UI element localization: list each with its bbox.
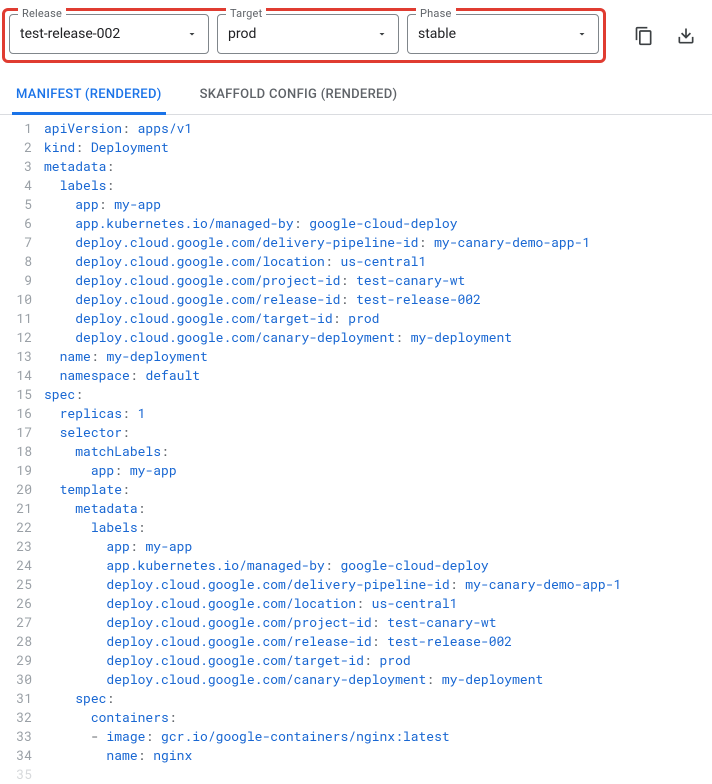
- target-select-label: Target: [226, 7, 266, 20]
- phase-select[interactable]: Phase stable: [407, 14, 599, 54]
- line-number: 25: [0, 575, 32, 594]
- code-line: - image: gcr.io/google-containers/nginx:…: [44, 727, 712, 746]
- release-select-value: test-release-002: [20, 26, 186, 42]
- line-number: 19: [0, 461, 32, 480]
- code-line: deploy.cloud.google.com/location: us-cen…: [44, 252, 712, 271]
- code-line: namespace: default: [44, 366, 712, 385]
- line-number: 4: [0, 176, 32, 195]
- code-line: deploy.cloud.google.com/canary-deploymen…: [44, 328, 712, 347]
- line-number: 6: [0, 214, 32, 233]
- code-line: kind: Deployment: [44, 138, 712, 157]
- code-line: metadata:: [44, 499, 712, 518]
- line-number: 34: [0, 746, 32, 765]
- line-number: 10: [0, 290, 32, 309]
- tab-manifest[interactable]: MANIFEST (RENDERED): [12, 75, 166, 115]
- line-number: 22: [0, 518, 32, 537]
- line-number: 20: [0, 480, 32, 499]
- filter-row: Release test-release-002 Target prod Pha…: [0, 0, 712, 73]
- code-line: app: my-app: [44, 537, 712, 556]
- selector-group-highlight: Release test-release-002 Target prod Pha…: [2, 8, 606, 63]
- line-number: 27: [0, 613, 32, 632]
- line-number: 3: [0, 157, 32, 176]
- line-number: 30: [0, 670, 32, 689]
- code-line: selector:: [44, 423, 712, 442]
- release-select[interactable]: Release test-release-002: [9, 14, 209, 54]
- line-number: 12: [0, 328, 32, 347]
- code-line: deploy.cloud.google.com/target-id: prod: [44, 651, 712, 670]
- line-number: 32: [0, 708, 32, 727]
- chevron-down-icon: [376, 25, 388, 43]
- code-line: deploy.cloud.google.com/location: us-cen…: [44, 594, 712, 613]
- line-number: 23: [0, 537, 32, 556]
- line-number: 33: [0, 727, 32, 746]
- line-number: 5: [0, 195, 32, 214]
- code-line: deploy.cloud.google.com/delivery-pipelin…: [44, 575, 712, 594]
- line-number: 29: [0, 651, 32, 670]
- line-number: 21: [0, 499, 32, 518]
- code-line: labels:: [44, 518, 712, 537]
- line-number: 35: [0, 765, 32, 784]
- tab-skaffold[interactable]: SKAFFOLD CONFIG (RENDERED): [196, 75, 402, 114]
- line-number: 8: [0, 252, 32, 271]
- code-line: spec:: [44, 689, 712, 708]
- code-content[interactable]: apiVersion: apps/v1kind: Deploymentmetad…: [44, 119, 712, 784]
- line-number: 9: [0, 271, 32, 290]
- line-number: 18: [0, 442, 32, 461]
- code-line: name: nginx: [44, 746, 712, 765]
- line-number: 13: [0, 347, 32, 366]
- line-number: 15: [0, 385, 32, 404]
- code-line: containers:: [44, 708, 712, 727]
- code-line: app: my-app: [44, 461, 712, 480]
- chevron-down-icon: [576, 25, 588, 43]
- line-number: 7: [0, 233, 32, 252]
- code-line: name: my-deployment: [44, 347, 712, 366]
- tab-bar: MANIFEST (RENDERED) SKAFFOLD CONFIG (REN…: [0, 75, 712, 115]
- phase-select-label: Phase: [416, 7, 456, 20]
- code-line: deploy.cloud.google.com/release-id: test…: [44, 290, 712, 309]
- release-select-label: Release: [18, 7, 66, 20]
- code-line: deploy.cloud.google.com/target-id: prod: [44, 309, 712, 328]
- code-line: app: my-app: [44, 195, 712, 214]
- line-number: 24: [0, 556, 32, 575]
- code-line: deploy.cloud.google.com/project-id: test…: [44, 271, 712, 290]
- line-number: 16: [0, 404, 32, 423]
- code-line: app.kubernetes.io/managed-by: google-clo…: [44, 214, 712, 233]
- code-line: spec:: [44, 385, 712, 404]
- line-number: 14: [0, 366, 32, 385]
- code-line: labels:: [44, 176, 712, 195]
- code-line: template:: [44, 480, 712, 499]
- code-line: deploy.cloud.google.com/canary-deploymen…: [44, 670, 712, 689]
- target-select-value: prod: [228, 26, 376, 42]
- target-select[interactable]: Target prod: [217, 14, 399, 54]
- chevron-down-icon: [186, 25, 198, 43]
- line-number: 1: [0, 119, 32, 138]
- line-number: 26: [0, 594, 32, 613]
- line-number: 11: [0, 309, 32, 328]
- line-number: 31: [0, 689, 32, 708]
- code-line: app.kubernetes.io/managed-by: google-clo…: [44, 556, 712, 575]
- phase-select-value: stable: [418, 26, 576, 42]
- code-viewer: 1234567891011121314151617181920212223242…: [0, 115, 712, 784]
- code-line: matchLabels:: [44, 442, 712, 461]
- copy-button[interactable]: [628, 20, 660, 52]
- line-number: 17: [0, 423, 32, 442]
- code-line: deploy.cloud.google.com/delivery-pipelin…: [44, 233, 712, 252]
- code-line: replicas: 1: [44, 404, 712, 423]
- download-button[interactable]: [670, 20, 702, 52]
- line-number: 2: [0, 138, 32, 157]
- line-number: 28: [0, 632, 32, 651]
- line-number-gutter: 1234567891011121314151617181920212223242…: [0, 119, 44, 784]
- code-line: deploy.cloud.google.com/release-id: test…: [44, 632, 712, 651]
- code-line: metadata:: [44, 157, 712, 176]
- code-line: deploy.cloud.google.com/project-id: test…: [44, 613, 712, 632]
- code-line: apiVersion: apps/v1: [44, 119, 712, 138]
